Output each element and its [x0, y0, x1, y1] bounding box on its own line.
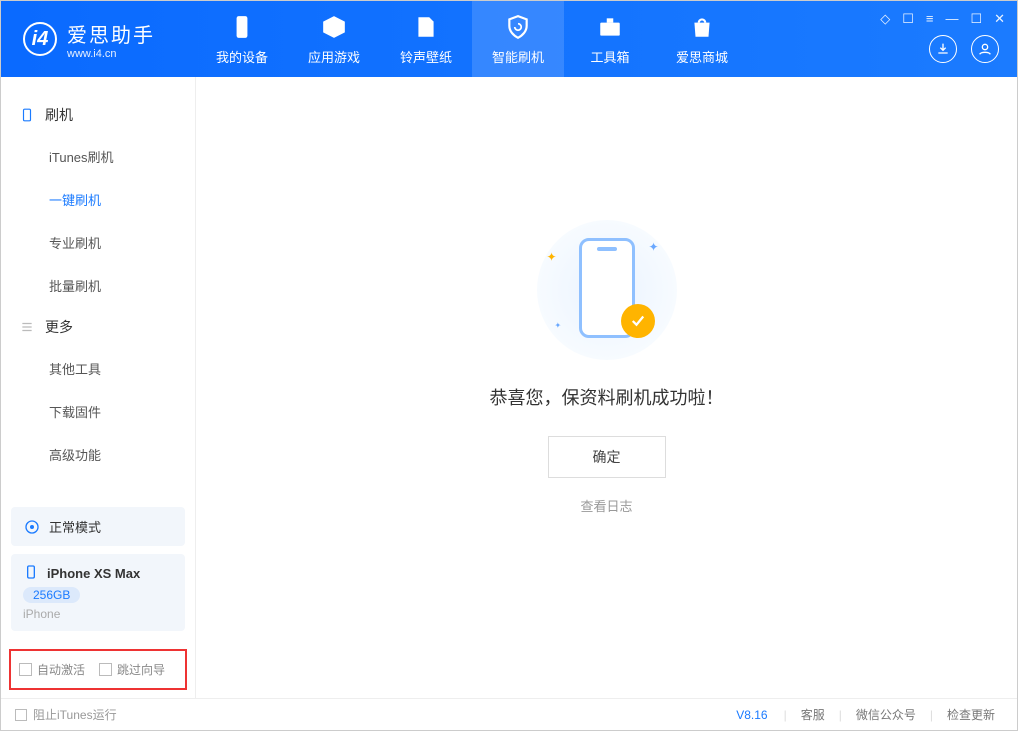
main-content: ✦ ✦ ✦ 恭喜您，保资料刷机成功啦！ 确定 查看日志	[196, 77, 1017, 698]
sidebar-item-itunes-flash[interactable]: iTunes刷机	[1, 135, 195, 178]
music-file-icon	[412, 13, 440, 41]
app-title: 爱思助手	[67, 19, 155, 48]
status-icon	[23, 518, 41, 536]
download-button[interactable]	[929, 35, 957, 63]
main-tabs: 我的设备 应用游戏 铃声壁纸 智能刷机 工具箱 爱思商城	[196, 1, 748, 77]
tab-ringtone-wallpaper[interactable]: 铃声壁纸	[380, 1, 472, 77]
tab-label: 我的设备	[216, 47, 268, 66]
view-log-link[interactable]: 查看日志	[580, 499, 632, 514]
flash-result: ✦ ✦ ✦ 恭喜您，保资料刷机成功啦！ 确定 查看日志	[490, 220, 724, 516]
download-icon	[935, 41, 951, 57]
device-panel: 正常模式 iPhone XS Max 256GB iPhone	[1, 507, 195, 641]
sidebar-item-other-tools[interactable]: 其他工具	[1, 347, 195, 390]
tab-label: 应用游戏	[308, 47, 360, 66]
sidebar: 刷机 iTunes刷机 一键刷机 专业刷机 批量刷机 更多 其他工具 下载固件 …	[1, 77, 196, 698]
wechat-link[interactable]: 微信公众号	[848, 706, 924, 723]
phone-outline-icon	[19, 107, 35, 123]
checkbox-label: 跳过向导	[117, 661, 165, 678]
success-illustration: ✦ ✦ ✦	[537, 220, 677, 360]
tab-label: 工具箱	[590, 47, 629, 66]
device-mode-label: 正常模式	[49, 517, 101, 536]
sidebar-item-batch-flash[interactable]: 批量刷机	[1, 264, 195, 307]
refresh-shield-icon	[504, 13, 532, 41]
sidebar-item-advanced[interactable]: 高级功能	[1, 433, 195, 476]
sidebar-item-download-firmware[interactable]: 下载固件	[1, 390, 195, 433]
sidebar-section-flash: 刷机	[1, 95, 195, 135]
logo-icon: i4	[23, 22, 57, 56]
tab-label: 爱思商城	[676, 47, 728, 66]
support-link[interactable]: 客服	[793, 706, 833, 723]
sidebar-section-more: 更多	[1, 307, 195, 347]
cube-icon	[320, 13, 348, 41]
phone-small-icon	[23, 564, 39, 583]
logo: i4 爱思助手 www.i4.cn	[1, 19, 196, 60]
tab-my-device[interactable]: 我的设备	[196, 1, 288, 77]
theme-icon[interactable]: ◇	[880, 11, 890, 27]
checkbox-skip-guide[interactable]: 跳过向导	[99, 661, 165, 678]
check-icon	[621, 304, 655, 338]
device-type: iPhone	[23, 607, 173, 621]
section-label: 更多	[45, 317, 73, 337]
status-bar: 阻止iTunes运行 V8.16 | 客服 | 微信公众号 | 检查更新	[1, 698, 1017, 730]
device-capacity-badge: 256GB	[23, 587, 80, 603]
check-update-link[interactable]: 检查更新	[939, 706, 1003, 723]
checkbox-icon	[99, 663, 112, 676]
section-label: 刷机	[45, 105, 73, 125]
sidebar-item-onekey-flash[interactable]: 一键刷机	[1, 178, 195, 221]
tab-label: 智能刷机	[492, 47, 544, 66]
checkbox-label: 自动激活	[37, 661, 85, 678]
tab-store[interactable]: 爱思商城	[656, 1, 748, 77]
feedback-icon[interactable]: ☐	[902, 11, 914, 27]
tab-smart-flash[interactable]: 智能刷机	[472, 1, 564, 77]
briefcase-icon	[596, 13, 624, 41]
ok-button[interactable]: 确定	[548, 436, 666, 478]
checkbox-label: 阻止iTunes运行	[33, 706, 117, 723]
account-button[interactable]	[971, 35, 999, 63]
checkbox-auto-activate[interactable]: 自动激活	[19, 661, 85, 678]
tab-toolbox[interactable]: 工具箱	[564, 1, 656, 77]
bag-icon	[688, 13, 716, 41]
user-icon	[977, 41, 993, 57]
menu-icon[interactable]: ≡	[926, 11, 934, 27]
close-button[interactable]: ✕	[994, 11, 1005, 27]
phone-icon	[228, 13, 256, 41]
app-subtitle: www.i4.cn	[67, 48, 155, 60]
version-label: V8.16	[736, 708, 767, 722]
checkbox-icon	[19, 663, 32, 676]
tab-apps-games[interactable]: 应用游戏	[288, 1, 380, 77]
flash-options-box: 自动激活 跳过向导	[9, 649, 187, 690]
list-icon	[19, 319, 35, 335]
header: i4 爱思助手 www.i4.cn 我的设备 应用游戏 铃声壁纸 智能刷机 工具…	[1, 1, 1017, 77]
checkbox-icon	[15, 709, 27, 721]
device-mode-card[interactable]: 正常模式	[11, 507, 185, 546]
device-info-card[interactable]: iPhone XS Max 256GB iPhone	[11, 554, 185, 631]
minimize-button[interactable]: —	[945, 11, 958, 27]
success-message: 恭喜您，保资料刷机成功啦！	[490, 384, 724, 410]
device-name: iPhone XS Max	[47, 566, 140, 581]
checkbox-block-itunes[interactable]: 阻止iTunes运行	[15, 706, 117, 723]
sidebar-item-pro-flash[interactable]: 专业刷机	[1, 221, 195, 264]
maximize-button[interactable]: ☐	[970, 11, 982, 27]
titlebar-controls: ◇ ☐ ≡ — ☐ ✕	[880, 11, 1005, 27]
header-actions	[929, 35, 999, 63]
tab-label: 铃声壁纸	[400, 47, 452, 66]
